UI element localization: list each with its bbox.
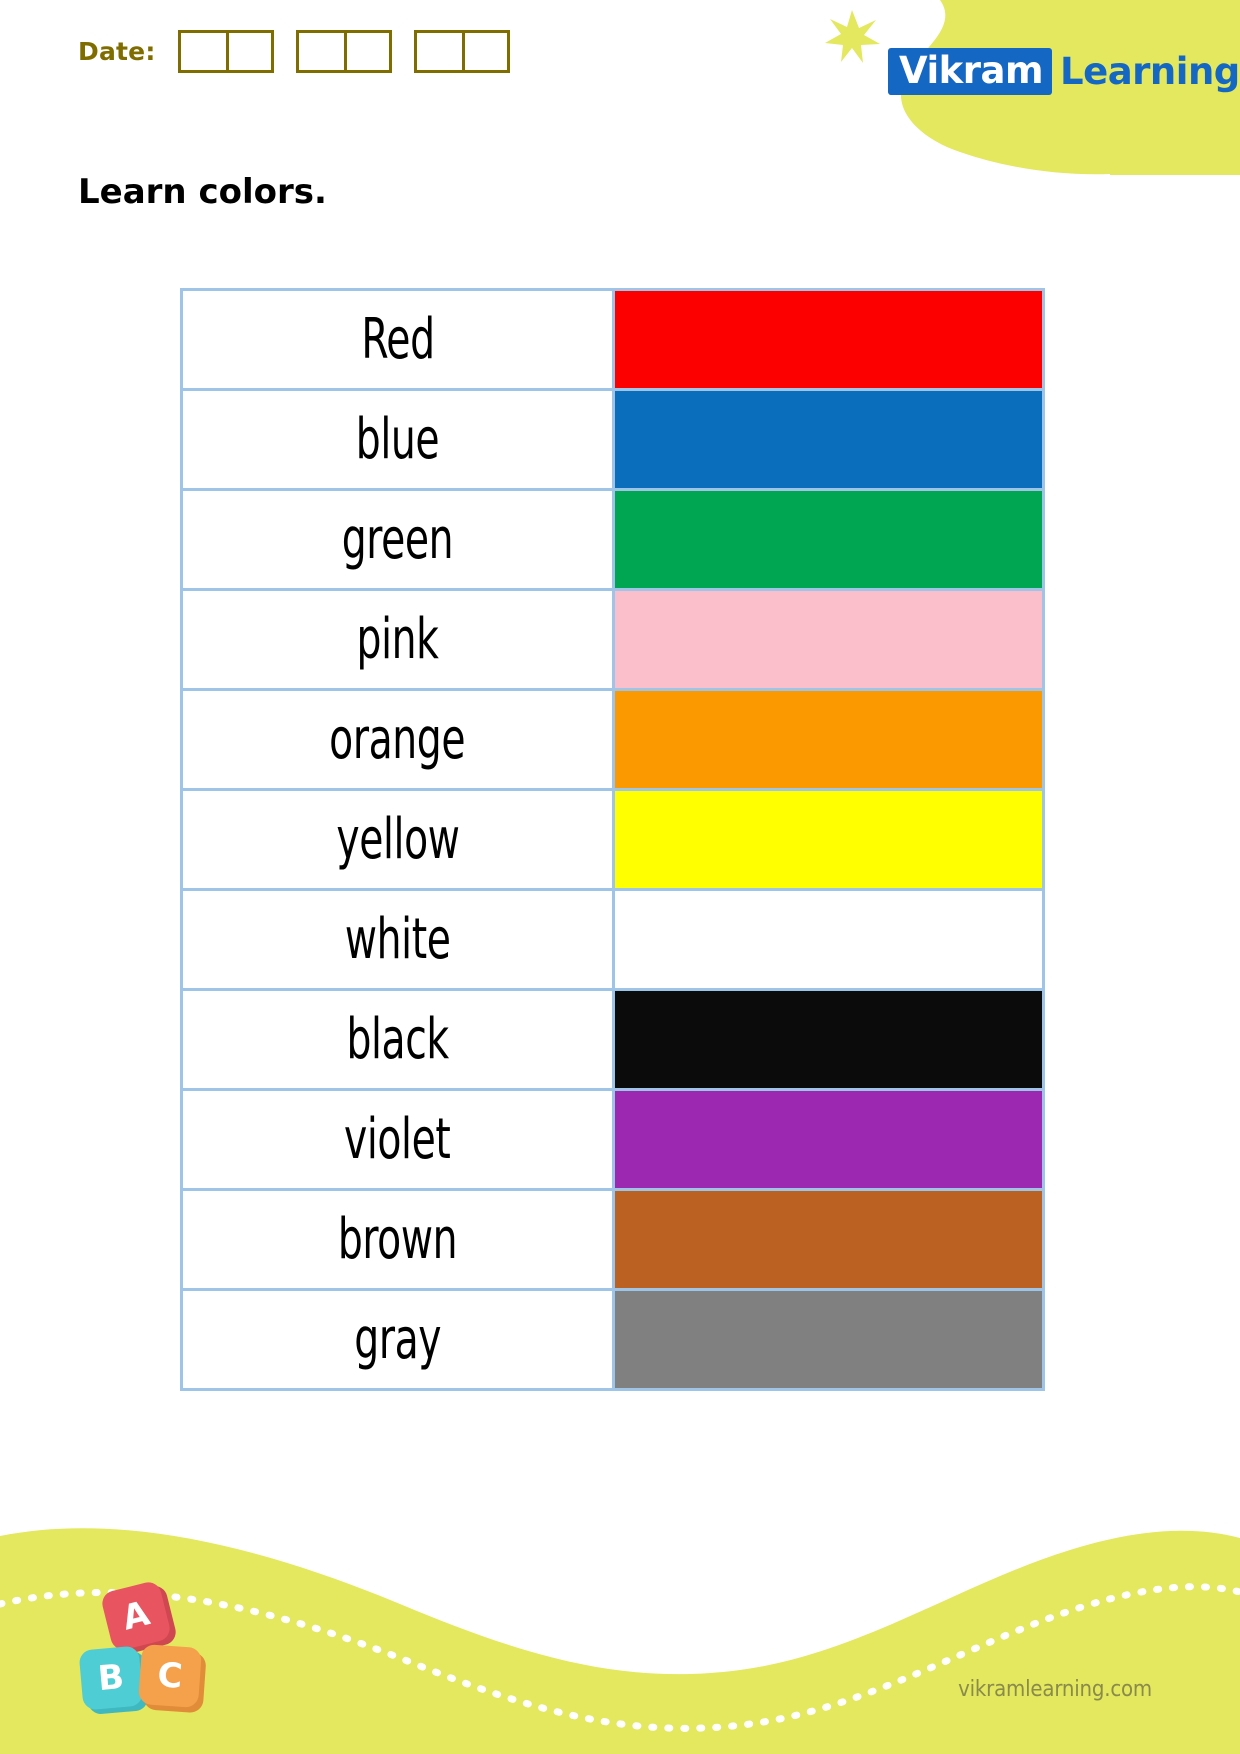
abc-block-b: B	[78, 1645, 144, 1711]
color-word-cell: pink	[180, 588, 615, 691]
table-row: Red	[180, 288, 1045, 391]
color-swatch-cell	[612, 988, 1045, 1091]
color-word-text: pink	[356, 606, 439, 672]
logo-wordmark: Vikram Learning	[888, 48, 1240, 95]
page-footer: A B C vikramlearning.com	[0, 1454, 1240, 1754]
color-word-text: blue	[355, 406, 440, 472]
color-word-cell: green	[180, 488, 615, 591]
colors-table: Red blue green pink orange yellow white	[180, 288, 1045, 1391]
color-swatch-cell	[612, 1288, 1045, 1391]
date-box-cell[interactable]	[417, 33, 462, 70]
abc-letter-c: C	[156, 1655, 184, 1697]
logo-learning-text: Learning	[1060, 50, 1240, 93]
color-word-cell: gray	[180, 1288, 615, 1391]
color-swatch-cell	[612, 688, 1045, 791]
color-word-cell: Red	[180, 288, 615, 391]
abc-letter-b: B	[96, 1656, 126, 1700]
color-word-text: violet	[344, 1106, 451, 1172]
footer-website-url[interactable]: vikramlearning.com	[958, 1677, 1152, 1702]
color-word-text: black	[346, 1006, 449, 1072]
page-header: Date: Vikram Learning	[0, 0, 1240, 175]
page-title: Learn colors.	[78, 172, 327, 212]
color-word-text: yellow	[335, 806, 460, 872]
color-word-cell: black	[180, 988, 615, 1091]
color-word-text: Red	[360, 306, 435, 372]
brand-logo[interactable]: Vikram Learning	[810, 0, 1240, 175]
color-word-text: white	[344, 906, 451, 972]
color-word-cell: orange	[180, 688, 615, 791]
date-label: Date:	[78, 37, 156, 66]
logo-vikram-text: Vikram	[888, 48, 1053, 95]
date-box-cell[interactable]	[225, 33, 271, 70]
color-word-cell: yellow	[180, 788, 615, 891]
color-swatch-cell	[612, 388, 1045, 491]
table-row: orange	[180, 688, 1045, 791]
date-box-groups	[177, 30, 510, 73]
color-word-text: brown	[337, 1206, 458, 1272]
date-field: Date:	[78, 30, 510, 73]
table-row: green	[180, 488, 1045, 591]
color-swatch-cell	[612, 888, 1045, 991]
color-swatch-cell	[612, 1088, 1045, 1191]
color-word-cell: violet	[180, 1088, 615, 1191]
color-word-cell: blue	[180, 388, 615, 491]
color-swatch-cell	[612, 488, 1045, 591]
abc-blocks: A B C	[78, 1576, 218, 1726]
abc-block-a: A	[99, 1579, 173, 1653]
date-box-group[interactable]	[413, 30, 510, 73]
date-box-cell[interactable]	[343, 33, 389, 70]
color-word-cell: brown	[180, 1188, 615, 1291]
color-word-text: orange	[329, 706, 466, 772]
abc-letter-a: A	[118, 1593, 154, 1639]
date-box-cell[interactable]	[181, 33, 226, 70]
color-swatch-cell	[612, 788, 1045, 891]
date-box-cell[interactable]	[461, 33, 507, 70]
abc-block-c: C	[137, 1643, 203, 1709]
colors-table-body: Red blue green pink orange yellow white	[180, 288, 1045, 1391]
table-row: black	[180, 988, 1045, 1091]
table-row: white	[180, 888, 1045, 991]
table-row: pink	[180, 588, 1045, 691]
table-row: yellow	[180, 788, 1045, 891]
color-word-cell: white	[180, 888, 615, 991]
color-word-text: green	[341, 506, 454, 572]
table-row: gray	[180, 1288, 1045, 1391]
color-swatch-cell	[612, 288, 1045, 391]
date-box-cell[interactable]	[299, 33, 344, 70]
color-swatch-cell	[612, 588, 1045, 691]
color-word-text: gray	[354, 1306, 441, 1372]
table-row: brown	[180, 1188, 1045, 1291]
table-row: blue	[180, 388, 1045, 491]
date-box-group[interactable]	[295, 30, 392, 73]
date-box-group[interactable]	[177, 30, 274, 73]
table-row: violet	[180, 1088, 1045, 1191]
color-swatch-cell	[612, 1188, 1045, 1291]
